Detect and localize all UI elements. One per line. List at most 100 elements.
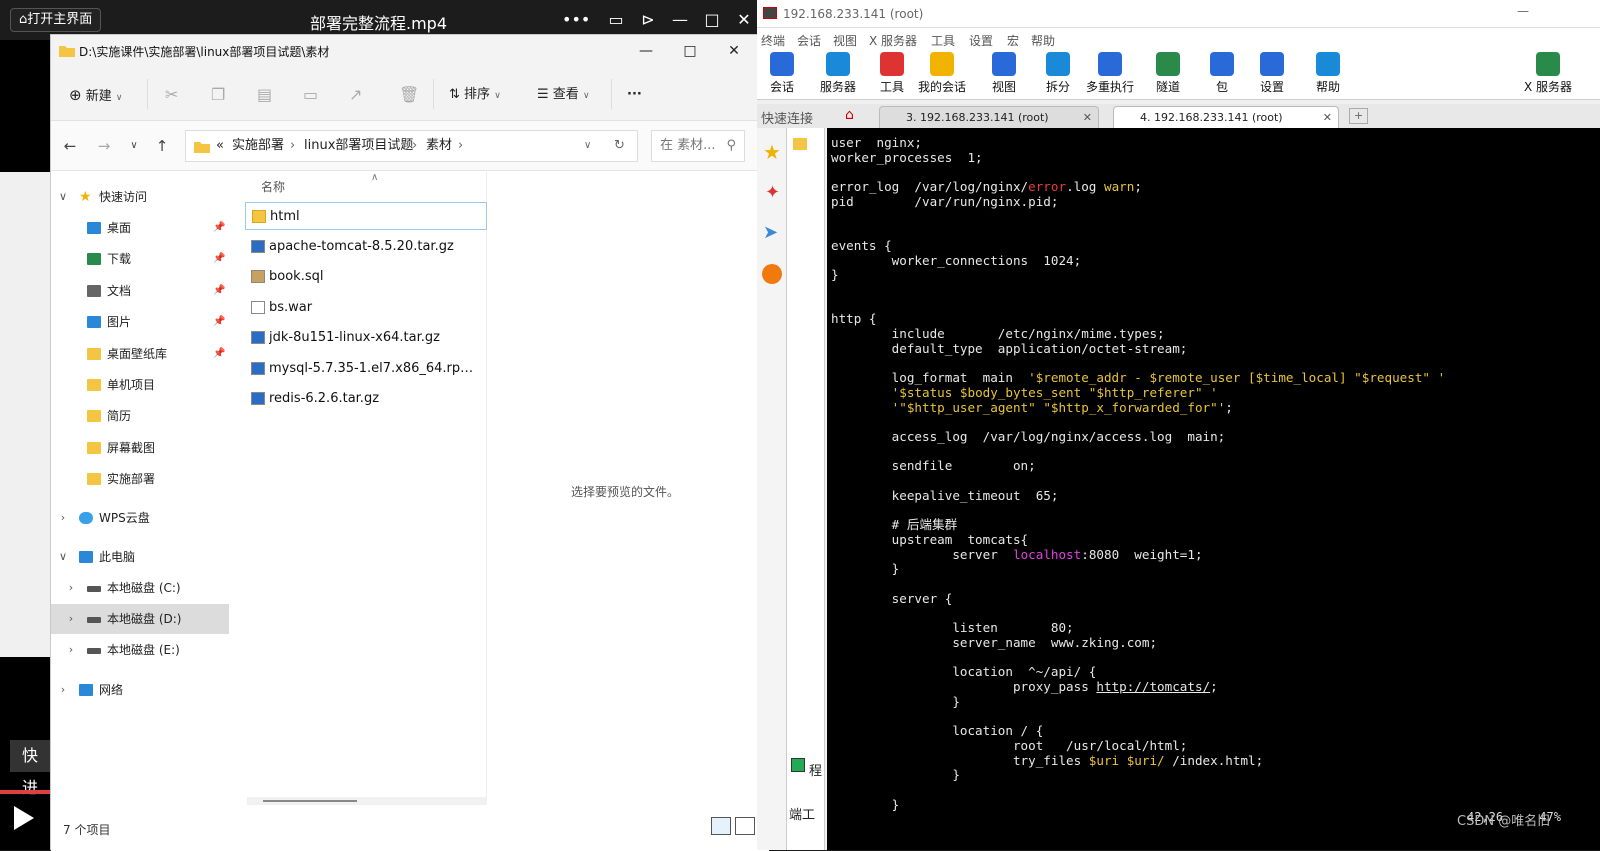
- play-icon[interactable]: [14, 806, 34, 830]
- nav-quick-access[interactable]: ∨ ★ 快速访问: [51, 182, 229, 212]
- close-icon[interactable]: ✕: [719, 39, 749, 63]
- toolbar-button[interactable]: 会话: [757, 52, 807, 95]
- toolbar-button[interactable]: 帮助: [1303, 52, 1353, 95]
- delete-button[interactable]: 🗑: [399, 83, 419, 107]
- pin-icon[interactable]: 📌: [213, 339, 225, 369]
- new-button[interactable]: ⊕ 新建 ∨: [69, 83, 122, 107]
- copy-button[interactable]: ❐: [211, 83, 225, 107]
- tab-session-4[interactable]: 4. 192.168.233.141 (root) ✕: [1113, 106, 1339, 128]
- screencast-icon[interactable]: ▭: [604, 8, 628, 32]
- send-icon[interactable]: ➤: [763, 222, 778, 243]
- pin-icon[interactable]: 📌: [213, 244, 225, 274]
- close-icon[interactable]: ✕: [732, 8, 756, 32]
- toolbar-button[interactable]: 我的会话: [917, 52, 967, 95]
- quick-connect-label[interactable]: 快速连接: [761, 108, 813, 127]
- breadcrumb-prefix[interactable]: «: [216, 131, 224, 161]
- paste-button[interactable]: ▤: [257, 83, 272, 107]
- toolbar-button[interactable]: 设置: [1247, 52, 1297, 95]
- new-tab-icon[interactable]: +: [1349, 108, 1369, 124]
- tab-session-3[interactable]: 3. 192.168.233.141 (root) ✕: [879, 106, 1099, 128]
- horizontal-scrollbar[interactable]: [247, 797, 487, 805]
- menu-macros[interactable]: 宏: [1007, 32, 1019, 49]
- menu-help[interactable]: 帮助: [1031, 32, 1055, 49]
- nav-wps-cloud[interactable]: › WPS云盘: [51, 503, 229, 533]
- pin-icon[interactable]: 📌: [213, 213, 225, 243]
- view-button[interactable]: ☰ 查看 ∨: [537, 83, 590, 107]
- toolbar-button[interactable]: 工具: [867, 52, 917, 95]
- pin-icon[interactable]: ⊳: [636, 8, 660, 32]
- home-tab-icon[interactable]: ⌂: [845, 107, 854, 123]
- minimize-icon[interactable]: —: [1517, 4, 1529, 18]
- toolbar-button[interactable]: 多重执行: [1085, 52, 1135, 95]
- more-icon[interactable]: •••: [562, 8, 590, 32]
- nav-quick-item[interactable]: 文档 📌: [51, 276, 229, 306]
- menu-terminal[interactable]: 终端: [761, 32, 785, 49]
- cut-button[interactable]: ✂: [165, 83, 178, 107]
- monitor-icon[interactable]: [791, 758, 805, 772]
- close-tab-icon[interactable]: ✕: [1323, 107, 1332, 129]
- settings-icon[interactable]: [762, 264, 782, 284]
- file-row[interactable]: redis-6.2.6.tar.gz: [245, 385, 487, 413]
- nav-drive-e[interactable]: › 本地磁盘 (E:): [51, 635, 229, 665]
- toolbar-button[interactable]: 视图: [979, 52, 1029, 95]
- nav-this-pc[interactable]: ∨ 此电脑: [51, 542, 229, 572]
- refresh-icon[interactable]: ↻: [614, 131, 625, 161]
- toolbar-button[interactable]: 隧道: [1143, 52, 1193, 95]
- maximize-icon[interactable]: □: [700, 8, 724, 32]
- breadcrumb-item[interactable]: 实施部署: [232, 131, 284, 161]
- progress-bar[interactable]: [0, 790, 52, 794]
- file-row[interactable]: jdk-8u151-linux-x64.tar.gz: [245, 324, 487, 352]
- toolbar-button[interactable]: 包: [1197, 52, 1247, 95]
- breadcrumb-item[interactable]: linux部署项目试题: [304, 131, 413, 161]
- nav-quick-item[interactable]: 桌面 📌: [51, 213, 229, 243]
- file-row[interactable]: mysql-5.7.35-1.el7.x86_64.rpm-bundl...: [245, 355, 487, 383]
- nav-drive-d[interactable]: › 本地磁盘 (D:): [51, 604, 229, 634]
- nav-network[interactable]: › 网络: [51, 675, 229, 705]
- nav-quick-item[interactable]: 简历: [51, 401, 229, 431]
- forward-arrow-icon[interactable]: →: [93, 135, 115, 157]
- nav-quick-item[interactable]: 单机项目: [51, 370, 229, 400]
- recent-chevron-icon[interactable]: ∨: [123, 135, 145, 157]
- scrollbar-thumb[interactable]: [263, 800, 357, 802]
- file-row[interactable]: html: [245, 202, 487, 230]
- menu-settings[interactable]: 设置: [969, 32, 993, 49]
- sort-button[interactable]: ⇅ 排序 ∨: [449, 83, 501, 107]
- search-input[interactable]: 在 素材... ⚲: [651, 130, 745, 162]
- column-header-name[interactable]: 名称: [261, 178, 285, 195]
- back-arrow-icon[interactable]: ←: [59, 135, 81, 157]
- address-dropdown-icon[interactable]: ∨: [584, 131, 591, 161]
- rename-button[interactable]: ▭: [303, 83, 318, 107]
- nav-quick-item[interactable]: 下载 📌: [51, 244, 229, 274]
- close-tab-icon[interactable]: ✕: [1083, 107, 1092, 129]
- toolbar-button[interactable]: 服务器: [813, 52, 863, 95]
- address-bar[interactable]: « 实施部署 › linux部署项目试题 › 素材 › ∨ ↻: [185, 130, 638, 162]
- minimize-icon[interactable]: —: [668, 8, 692, 32]
- menu-view[interactable]: 视图: [833, 32, 857, 49]
- share-button[interactable]: ↗: [349, 83, 362, 107]
- file-row[interactable]: book.sql: [245, 263, 487, 291]
- maximize-icon[interactable]: □: [675, 39, 705, 63]
- breadcrumb-item[interactable]: 素材: [426, 131, 452, 161]
- star-icon[interactable]: ★: [763, 140, 781, 164]
- file-row[interactable]: apache-tomcat-8.5.20.tar.gz: [245, 233, 487, 261]
- home-button[interactable]: ⌂打开主界面: [10, 8, 102, 32]
- folder-icon[interactable]: [793, 138, 807, 150]
- tiles-view-icon[interactable]: [735, 817, 755, 835]
- nav-quick-item[interactable]: 图片 📌: [51, 307, 229, 337]
- file-row[interactable]: bs.war: [245, 294, 487, 322]
- minimize-icon[interactable]: —: [631, 39, 661, 63]
- nav-quick-item[interactable]: 屏幕截图: [51, 433, 229, 463]
- pin-icon[interactable]: 📌: [213, 307, 225, 337]
- menu-x-server[interactable]: X 服务器: [869, 32, 917, 49]
- menu-session[interactable]: 会话: [797, 32, 821, 49]
- pin-icon[interactable]: 📌: [213, 276, 225, 306]
- nav-quick-item[interactable]: 实施部署: [51, 464, 229, 494]
- menu-tools[interactable]: 工具: [931, 32, 955, 49]
- terminal-screen[interactable]: user nginx; worker_processes 1; error_lo…: [827, 128, 1600, 850]
- details-view-icon[interactable]: [711, 817, 731, 835]
- nav-drive-c[interactable]: › 本地磁盘 (C:): [51, 573, 229, 603]
- more-options-button[interactable]: ···: [627, 83, 642, 107]
- tools-icon[interactable]: ✦: [765, 182, 780, 203]
- up-arrow-icon[interactable]: ↑: [151, 135, 173, 157]
- toolbar-button[interactable]: 拆分: [1033, 52, 1083, 95]
